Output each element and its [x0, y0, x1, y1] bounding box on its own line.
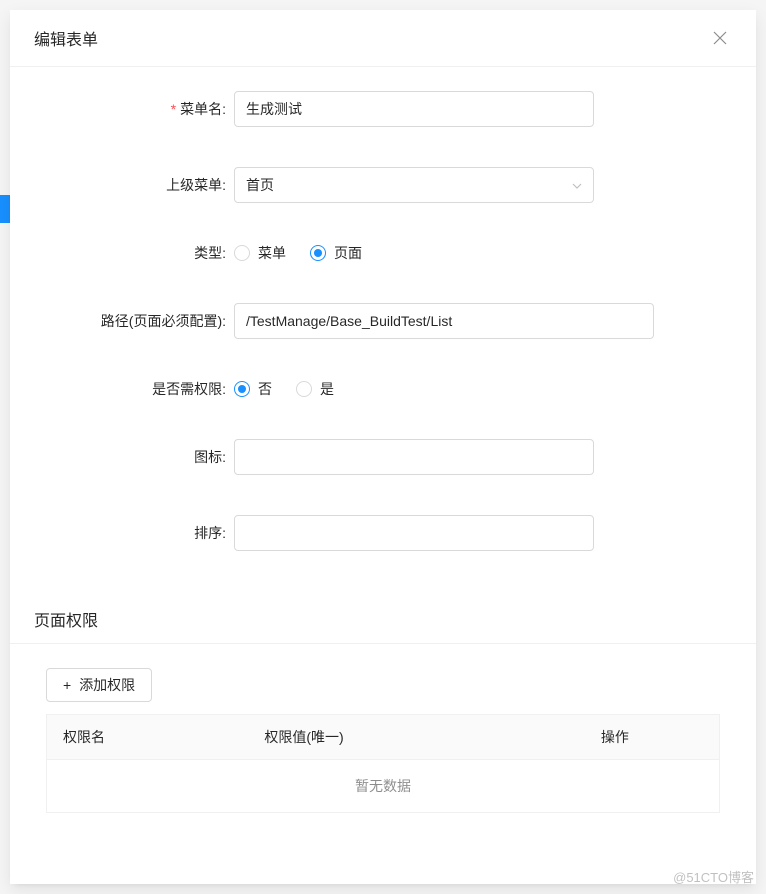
parent-menu-select[interactable]: 首页 [234, 167, 594, 203]
form-item-type: 类型: 菜单 页面 [34, 243, 732, 263]
chevron-down-icon [572, 178, 582, 192]
type-radio-menu[interactable]: 菜单 [234, 243, 286, 263]
permission-no-label: 否 [258, 379, 272, 399]
modal-title: 编辑表单 [34, 26, 98, 50]
type-radio-page[interactable]: 页面 [310, 243, 362, 263]
column-permission-value: 权限值(唯一) [248, 715, 585, 760]
menu-name-label: 菜单名: [34, 99, 234, 119]
permission-radio-no[interactable]: 否 [234, 379, 272, 399]
sort-input[interactable] [234, 515, 594, 551]
radio-icon-checked [234, 381, 250, 397]
menu-name-input[interactable] [234, 91, 594, 127]
radio-icon [296, 381, 312, 397]
radio-icon-checked [310, 245, 326, 261]
column-action: 操作 [585, 715, 720, 760]
permission-yes-label: 是 [320, 379, 334, 399]
permissions-section-title: 页面权限 [10, 591, 756, 644]
add-permission-button[interactable]: + 添加权限 [46, 668, 152, 702]
form-item-sort: 排序: [34, 515, 732, 551]
table-empty-text: 暂无数据 [47, 760, 720, 813]
watermark: @51CTO博客 [673, 867, 754, 886]
radio-icon [234, 245, 250, 261]
type-page-label: 页面 [334, 243, 362, 263]
type-menu-label: 菜单 [258, 243, 286, 263]
column-permission-name: 权限名 [47, 715, 249, 760]
path-label: 路径(页面必须配置): [34, 311, 234, 331]
add-permission-label: 添加权限 [79, 675, 135, 695]
type-radio-group: 菜单 页面 [234, 243, 594, 263]
edit-form-modal: 编辑表单 菜单名: 上级菜单: 首页 类型: [10, 10, 756, 884]
left-accent-bar [0, 195, 10, 223]
icon-label: 图标: [34, 447, 234, 467]
form-item-need-permission: 是否需权限: 否 是 [34, 379, 732, 399]
form-item-icon: 图标: [34, 439, 732, 475]
close-icon[interactable] [708, 26, 732, 50]
path-input[interactable] [234, 303, 654, 339]
need-permission-label: 是否需权限: [34, 379, 234, 399]
modal-header: 编辑表单 [10, 10, 756, 67]
sort-label: 排序: [34, 523, 234, 543]
form-item-path: 路径(页面必须配置): [34, 303, 732, 339]
type-label: 类型: [34, 243, 234, 263]
form-item-menu-name: 菜单名: [34, 91, 732, 127]
permission-radio-yes[interactable]: 是 [296, 379, 334, 399]
permissions-table: 权限名 权限值(唯一) 操作 暂无数据 [46, 714, 720, 813]
modal-body: 菜单名: 上级菜单: 首页 类型: [10, 67, 756, 837]
plus-icon: + [63, 677, 71, 693]
parent-menu-value: 首页 [246, 175, 274, 195]
icon-input[interactable] [234, 439, 594, 475]
need-permission-radio-group: 否 是 [234, 379, 594, 399]
parent-menu-label: 上级菜单: [34, 175, 234, 195]
form-item-parent-menu: 上级菜单: 首页 [34, 167, 732, 203]
